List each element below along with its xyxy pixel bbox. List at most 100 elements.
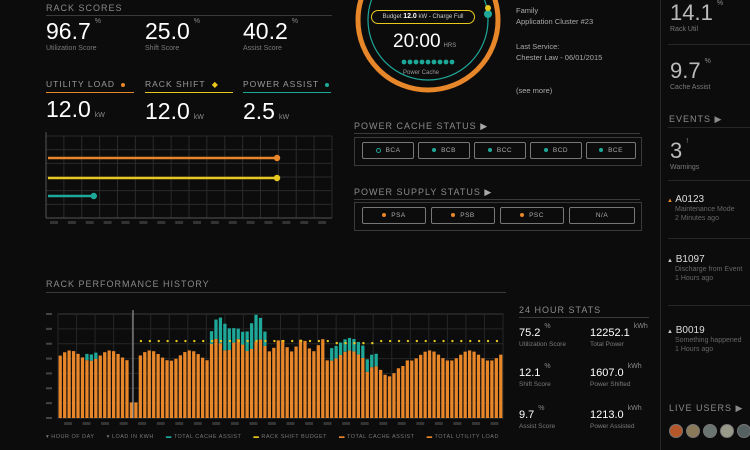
gauge-dot bbox=[407, 59, 413, 65]
budget-dot bbox=[193, 339, 196, 343]
history-bar bbox=[338, 354, 343, 418]
play-icon: ▶ bbox=[735, 403, 744, 413]
history-bar bbox=[201, 357, 205, 418]
cache-item-bcb[interactable]: BCB bbox=[418, 142, 470, 159]
history-bar bbox=[218, 343, 223, 418]
history-bar bbox=[67, 350, 71, 418]
shift-score: 25.0% Shift Score bbox=[145, 18, 200, 52]
rack-shift-value: 12.0 kW bbox=[145, 98, 204, 124]
history-bar bbox=[227, 349, 231, 418]
live-users-title[interactable]: LIVE USERS ▶ bbox=[669, 403, 743, 414]
utility-load-title: UTILITY LOAD bbox=[46, 79, 130, 89]
history-bar bbox=[138, 355, 142, 418]
cache-item-bce[interactable]: BCE bbox=[586, 142, 636, 159]
history-bar bbox=[445, 360, 449, 418]
budget-dot bbox=[344, 341, 347, 345]
history-bar bbox=[481, 358, 485, 418]
history-bar bbox=[263, 345, 267, 418]
history-bar bbox=[187, 350, 191, 418]
supply-item-na[interactable]: N/A bbox=[569, 207, 635, 224]
history-bar bbox=[436, 354, 441, 418]
history-title: RACK PERFORMANCE HISTORY bbox=[46, 279, 210, 289]
cache-item-bcd[interactable]: BCD bbox=[530, 142, 582, 159]
diamond-icon: ◆ bbox=[211, 80, 219, 89]
history-bar bbox=[103, 352, 107, 418]
cache-item-bca[interactable]: BCA bbox=[362, 142, 414, 159]
gauge-dot bbox=[449, 59, 455, 65]
assist-score: 40.2% Assist Score bbox=[243, 18, 298, 52]
avatar[interactable] bbox=[720, 424, 734, 438]
budget-dot bbox=[415, 339, 419, 343]
history-bar bbox=[468, 350, 472, 418]
play-icon: ▶ bbox=[480, 121, 489, 131]
history-bar bbox=[160, 357, 165, 418]
history-bar bbox=[147, 350, 151, 418]
history-bar bbox=[192, 351, 196, 418]
power-cache-time: 20:00 HRS bbox=[393, 31, 457, 52]
history-assist-bar bbox=[343, 339, 347, 352]
gauge-dot bbox=[401, 59, 407, 65]
avatar[interactable] bbox=[686, 424, 700, 438]
history-bar bbox=[209, 343, 214, 418]
history-bar bbox=[379, 369, 383, 418]
history-bar bbox=[116, 353, 120, 418]
budget-dot bbox=[282, 339, 285, 343]
budget-dot bbox=[486, 339, 490, 343]
power-cache-status-title[interactable]: POWER CACHE STATUS ▶ bbox=[354, 121, 488, 132]
history-assist-bar bbox=[223, 323, 227, 351]
budget-dot bbox=[451, 339, 454, 343]
history-bar bbox=[165, 360, 169, 418]
supply-item-psa[interactable]: PSA bbox=[362, 207, 426, 224]
budget-dot bbox=[460, 339, 463, 343]
history-bar bbox=[258, 339, 263, 418]
history-bar bbox=[223, 350, 227, 418]
history-bar bbox=[232, 342, 236, 418]
history-bar bbox=[392, 373, 396, 418]
history-bar bbox=[463, 351, 467, 418]
utilization-score-value: 96.7 bbox=[46, 18, 91, 44]
event-item-b0019[interactable]: ▲ B0019 Something happened 1 Hours ago bbox=[667, 325, 742, 354]
budget-dot bbox=[380, 339, 383, 343]
budget-dot bbox=[433, 339, 436, 343]
history-assist-bar bbox=[352, 338, 356, 352]
budget-dot bbox=[353, 341, 356, 345]
cache-item-bcc[interactable]: BCC bbox=[474, 142, 526, 159]
supply-item-psb[interactable]: PSB bbox=[431, 207, 495, 224]
history-assist-bar bbox=[232, 328, 236, 343]
history-bar bbox=[370, 367, 374, 418]
teal-dot-icon bbox=[487, 148, 492, 153]
history-bar bbox=[120, 357, 125, 418]
shift-score-value: 25.0 bbox=[145, 18, 190, 44]
history-assist-bar bbox=[347, 337, 352, 351]
budget-dot bbox=[442, 339, 445, 343]
history-chart bbox=[40, 298, 510, 435]
supply-item-psc[interactable]: PSC bbox=[500, 207, 564, 224]
events-title[interactable]: EVENTS ▶ bbox=[669, 114, 722, 125]
budget-dot bbox=[273, 339, 276, 343]
history-bar bbox=[414, 358, 418, 418]
history-assist-bar bbox=[218, 317, 223, 344]
avatar[interactable] bbox=[737, 424, 750, 438]
teal-dot-icon bbox=[432, 148, 437, 153]
event-item-b1097[interactable]: ▲ B1097 Discharge from Event 1 Hours ago bbox=[667, 254, 742, 283]
power-supply-status-title[interactable]: POWER SUPPLY STATUS ▶ bbox=[354, 187, 492, 198]
see-more-link[interactable]: (see more) bbox=[516, 86, 552, 95]
budget-dot bbox=[317, 339, 321, 343]
history-bar bbox=[205, 360, 209, 418]
power-assist-value: 2.5 kW bbox=[243, 98, 290, 124]
history-bar bbox=[245, 350, 249, 418]
history-bar bbox=[374, 366, 378, 418]
history-assist-bar bbox=[258, 317, 263, 340]
event-item-a0123[interactable]: ▲ A0123 Maintenance Mode 2 Minutes ago bbox=[667, 194, 735, 223]
history-assist-bar bbox=[361, 345, 365, 358]
load-bar-end bbox=[273, 154, 281, 162]
stat-total-power: 12252.1kWh Total Power bbox=[590, 323, 648, 348]
gauge-dot bbox=[425, 59, 431, 65]
history-bar bbox=[85, 360, 89, 418]
gauge-dot bbox=[413, 59, 419, 65]
budget-dot bbox=[335, 341, 338, 345]
avatar[interactable] bbox=[669, 424, 683, 438]
load-bar-end bbox=[273, 174, 281, 182]
avatar[interactable] bbox=[703, 424, 717, 438]
budget-dot bbox=[157, 339, 160, 343]
